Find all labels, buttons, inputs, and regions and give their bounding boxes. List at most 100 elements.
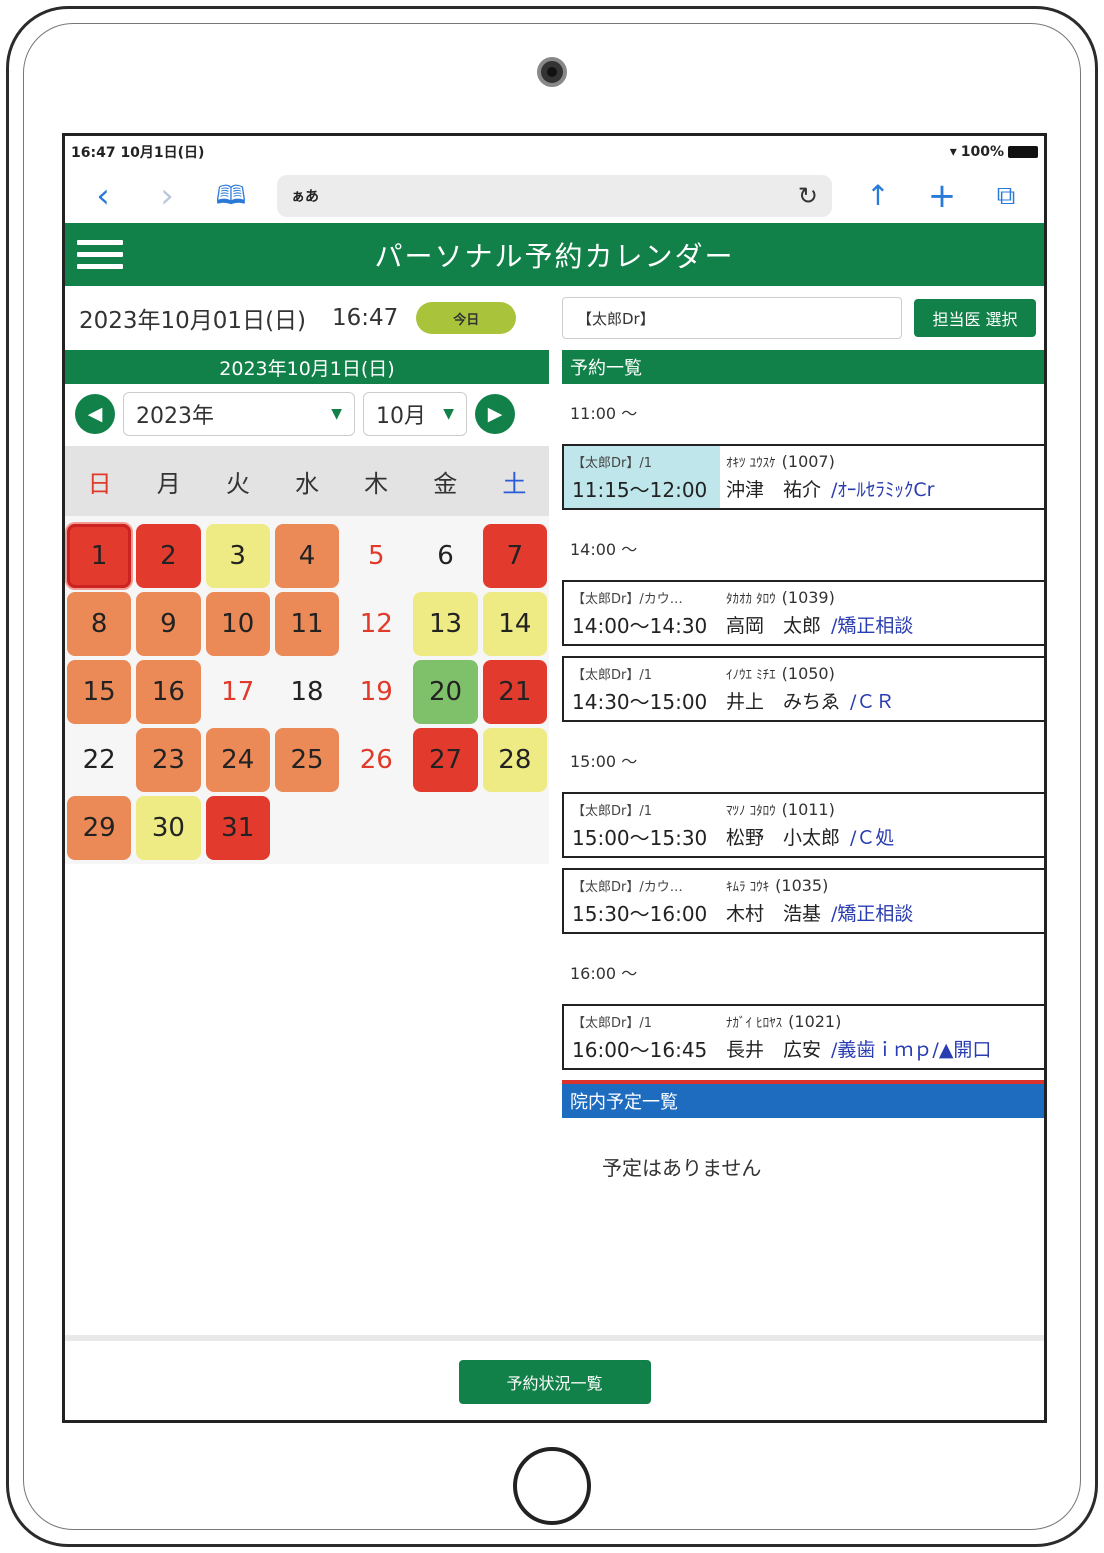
next-month-icon[interactable]: ▶: [475, 394, 515, 434]
appointment-list-title: 予約一覧: [562, 350, 1044, 384]
calendar-day[interactable]: 20: [413, 660, 478, 724]
forward-icon[interactable]: ›: [139, 179, 195, 213]
patient-name: 木村 浩基: [726, 902, 822, 925]
camera-icon: [537, 57, 567, 87]
calendar-day[interactable]: 5: [344, 524, 408, 588]
chevron-down-icon: ▼: [443, 406, 454, 422]
appointment-card[interactable]: 【太郎Dr】/カウ… 15:30～16:00 ｷﾑﾗ ｺｳｷ (1035) 木村 浩基 /…: [562, 868, 1044, 934]
prev-month-icon[interactable]: ◀: [75, 394, 115, 434]
appointment-left: 【太郎Dr】/カウ… 14:00～14:30: [564, 582, 720, 644]
url-bar[interactable]: ぁあ ↻: [277, 174, 832, 217]
patient-name: 井上 みちゑ: [726, 690, 841, 713]
today-button[interactable]: 今日: [416, 302, 517, 334]
patient-id: (1011): [781, 799, 835, 819]
selected-date-bar: 2023年10月1日(日): [65, 350, 549, 384]
calendar-day[interactable]: 21: [482, 660, 547, 724]
patient-kana: ｵｷﾂ ﾕｳｽｹ: [726, 455, 776, 471]
calendar-day[interactable]: 8: [67, 592, 132, 656]
calendar-day[interactable]: 16: [136, 660, 201, 724]
new-tab-icon[interactable]: +: [914, 179, 970, 213]
calendar-day[interactable]: 10: [205, 592, 270, 656]
appointment-list: 11:00 ～ 【太郎Dr】/1 11:15～12:00 ｵｷﾂ ﾕｳｽｹ (1007)…: [562, 384, 1044, 1070]
weekday-label: 木: [364, 469, 389, 498]
current-datetime: 2023年10月01日(日) 16:47 今日: [65, 286, 549, 350]
appointment-doctor: 【太郎Dr】/1: [572, 455, 653, 471]
calendar-day[interactable]: 1: [67, 524, 132, 588]
back-icon[interactable]: ‹: [75, 179, 131, 213]
calendar-day[interactable]: 3: [205, 524, 270, 588]
calendar-day[interactable]: 25: [274, 728, 340, 792]
menu-icon[interactable]: [77, 233, 123, 276]
calendar-day[interactable]: 6: [413, 524, 477, 588]
calendar-panel: 2023年10月01日(日) 16:47 今日 2023年10月1日(日) ◀ …: [65, 286, 549, 864]
reservation-status-button[interactable]: 予約状況一覧: [458, 1360, 651, 1404]
calendar-day[interactable]: 28: [482, 728, 547, 792]
appointment-card[interactable]: 【太郎Dr】/カウ… 14:00～14:30 ﾀｶｵｶ ﾀﾛｳ (1039) 高岡 太郎…: [562, 580, 1044, 646]
weekday-label: 金: [433, 469, 458, 498]
doctor-field[interactable]: 【太郎Dr】: [562, 297, 902, 339]
patient-name: 長井 広安: [726, 1038, 822, 1061]
tabs-icon[interactable]: ⧉: [978, 183, 1034, 209]
reload-icon[interactable]: ↻: [798, 182, 818, 210]
appointment-right: ｲﾉｳｴ ﾐﾁｴ (1050) 井上 みちゑ/ＣＲ: [720, 658, 1044, 720]
treatment-type: /ｵｰﾙｾﾗﾐｯｸCr: [831, 478, 935, 501]
year-select[interactable]: 2023年 ▼: [123, 392, 355, 436]
appointment-card[interactable]: 【太郎Dr】/1 14:30～15:00 ｲﾉｳｴ ﾐﾁｴ (1050) 井上 みちゑ /…: [562, 656, 1044, 722]
calendar-day[interactable]: 22: [67, 728, 131, 792]
calendar-day[interactable]: 11: [274, 592, 340, 656]
calendar-day[interactable]: 29: [67, 796, 132, 860]
select-doctor-button[interactable]: 担当医 選択: [914, 299, 1036, 337]
battery-level: 100%: [960, 144, 1004, 160]
calendar-day[interactable]: 4: [274, 524, 340, 588]
patient-name: 高岡 太郎: [726, 614, 822, 637]
calendar-day[interactable]: 12: [344, 592, 408, 656]
patient-name: 沖津 祐介: [726, 478, 822, 501]
month-select[interactable]: 10月 ▼: [363, 392, 467, 436]
main-content: 2023年10月01日(日) 16:47 今日 2023年10月1日(日) ◀ …: [65, 286, 1044, 1326]
weekday-label: 水: [294, 469, 319, 498]
calendar-day[interactable]: 9: [136, 592, 201, 656]
chevron-down-icon: ▼: [331, 406, 342, 422]
calendar-day[interactable]: 19: [344, 660, 408, 724]
calendar-day[interactable]: 14: [482, 592, 547, 656]
appointment-right: ｷﾑﾗ ｺｳｷ (1035) 木村 浩基/矯正相談: [720, 870, 1044, 932]
appointment-right: ｵｷﾂ ﾕｳｽｹ (1007) 沖津 祐介/ｵｰﾙｾﾗﾐｯｸCr: [720, 446, 1044, 508]
time-slot-heading: 15:00 ～: [570, 752, 638, 771]
patient-kana: ﾅｶﾞｲ ﾋﾛﾔｽ: [726, 1015, 783, 1031]
calendar-day[interactable]: 31: [205, 796, 270, 860]
appointment-card[interactable]: 【太郎Dr】/1 15:00～15:30 ﾏﾂﾉ ｺﾀﾛｳ (1011) 松野 小太郎 /…: [562, 792, 1044, 858]
appointments-panel: 【太郎Dr】 担当医 選択 予約一覧 11:00 ～ 【太郎Dr】/1 11:15～…: [562, 286, 1044, 1181]
appointment-doctor: 【太郎Dr】/カウ…: [572, 879, 683, 895]
appointment-card[interactable]: 【太郎Dr】/1 16:00～16:45 ﾅｶﾞｲ ﾋﾛﾔｽ (1021) 長井 広安 /…: [562, 1004, 1044, 1070]
patient-kana: ﾏﾂﾉ ｺﾀﾛｳ: [726, 803, 776, 819]
appointment-left: 【太郎Dr】/1 15:00～15:30: [564, 794, 720, 856]
calendar-day[interactable]: 15: [67, 660, 132, 724]
patient-id: (1021): [788, 1011, 842, 1031]
status-bar: 16:47 10月1日(日) ▾ 100%: [65, 136, 1044, 168]
appointment-right: ﾏﾂﾉ ｺﾀﾛｳ (1011) 松野 小太郎/Ｃ処: [720, 794, 1044, 856]
share-icon[interactable]: ↑: [850, 181, 906, 210]
calendar-day[interactable]: 7: [482, 524, 547, 588]
calendar-day[interactable]: 17: [206, 660, 270, 724]
calendar-day[interactable]: 2: [136, 524, 201, 588]
time-slot-heading: 11:00 ～: [570, 404, 638, 423]
calendar-day[interactable]: 18: [275, 660, 339, 724]
calendar-day[interactable]: 13: [413, 592, 478, 656]
current-time: 16:47: [332, 305, 399, 331]
screen: 16:47 10月1日(日) ▾ 100% ‹ › 🕮 ぁあ ↻ ↑ + ⧉ パ…: [62, 133, 1047, 1423]
calendar-day[interactable]: 30: [136, 796, 201, 860]
patient-id: (1039): [781, 587, 835, 607]
bookmarks-icon[interactable]: 🕮: [203, 183, 259, 209]
wifi-icon: ▾: [949, 144, 957, 160]
url-text: ぁあ: [291, 188, 319, 205]
appointment-card[interactable]: 【太郎Dr】/1 11:15～12:00 ｵｷﾂ ﾕｳｽｹ (1007) 沖津 祐介/ｵ…: [562, 444, 1044, 510]
calendar-day[interactable]: 27: [413, 728, 478, 792]
appointment-right: ﾅｶﾞｲ ﾋﾛﾔｽ (1021) 長井 広安/義歯ｉｍｐ/▲開口: [720, 1006, 1044, 1068]
home-button[interactable]: [513, 1447, 591, 1525]
patient-kana: ｷﾑﾗ ｺｳｷ: [726, 879, 770, 895]
calendar-day[interactable]: 23: [136, 728, 201, 792]
appointment-doctor: 【太郎Dr】/1: [572, 667, 653, 683]
calendar-day[interactable]: 24: [205, 728, 270, 792]
appointment-time: 14:00～14:30: [572, 613, 708, 638]
calendar-day[interactable]: 26: [344, 728, 408, 792]
